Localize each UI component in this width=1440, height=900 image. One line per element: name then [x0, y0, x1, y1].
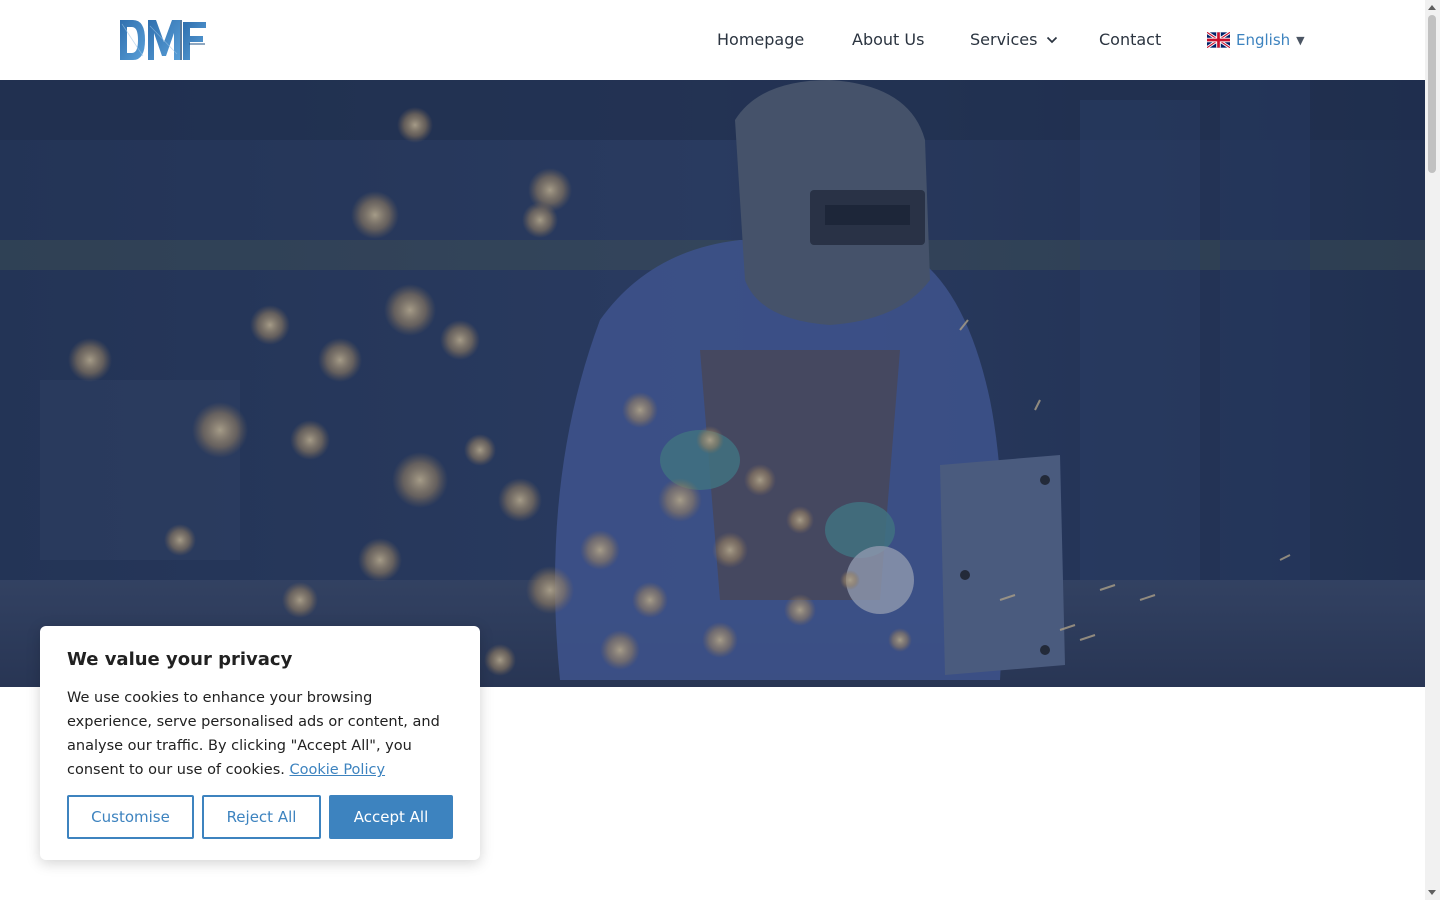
nav-services-label: Services — [970, 30, 1038, 49]
reject-all-button[interactable]: Reject All — [202, 795, 321, 839]
chevron-down-icon — [1047, 36, 1058, 44]
nav-services[interactable]: Services — [970, 28, 1058, 52]
cookie-description: We use cookies to enhance your browsing … — [67, 686, 453, 782]
nav-homepage[interactable]: Homepage — [717, 28, 804, 52]
caret-down-icon: ▼ — [1296, 33, 1305, 47]
language-switcher[interactable]: English ▼ — [1207, 28, 1305, 52]
cookie-buttons: Customise Reject All Accept All — [67, 795, 453, 839]
language-label: English — [1236, 31, 1291, 49]
page: Homepage About Us Services Contact Engli… — [0, 0, 1440, 900]
customise-button[interactable]: Customise — [67, 795, 194, 839]
page-scrollbar[interactable] — [1425, 0, 1440, 900]
hero-image — [0, 80, 1425, 687]
dmf-logo-icon — [120, 20, 206, 60]
cookie-title: We value your privacy — [67, 649, 293, 670]
nav-about-us[interactable]: About Us — [852, 28, 924, 52]
accept-all-button[interactable]: Accept All — [329, 795, 453, 839]
site-logo[interactable] — [119, 18, 207, 62]
scroll-thumb[interactable] — [1428, 15, 1436, 173]
uk-flag-icon — [1207, 32, 1230, 48]
welder-illustration — [0, 80, 1425, 687]
scroll-up-icon[interactable] — [1428, 5, 1436, 10]
cookie-policy-link[interactable]: Cookie Policy — [290, 762, 386, 778]
scroll-down-icon[interactable] — [1428, 890, 1436, 895]
nav-contact[interactable]: Contact — [1099, 28, 1161, 52]
cookie-consent-banner: We value your privacy We use cookies to … — [40, 626, 480, 860]
site-header: Homepage About Us Services Contact Engli… — [0, 0, 1425, 80]
